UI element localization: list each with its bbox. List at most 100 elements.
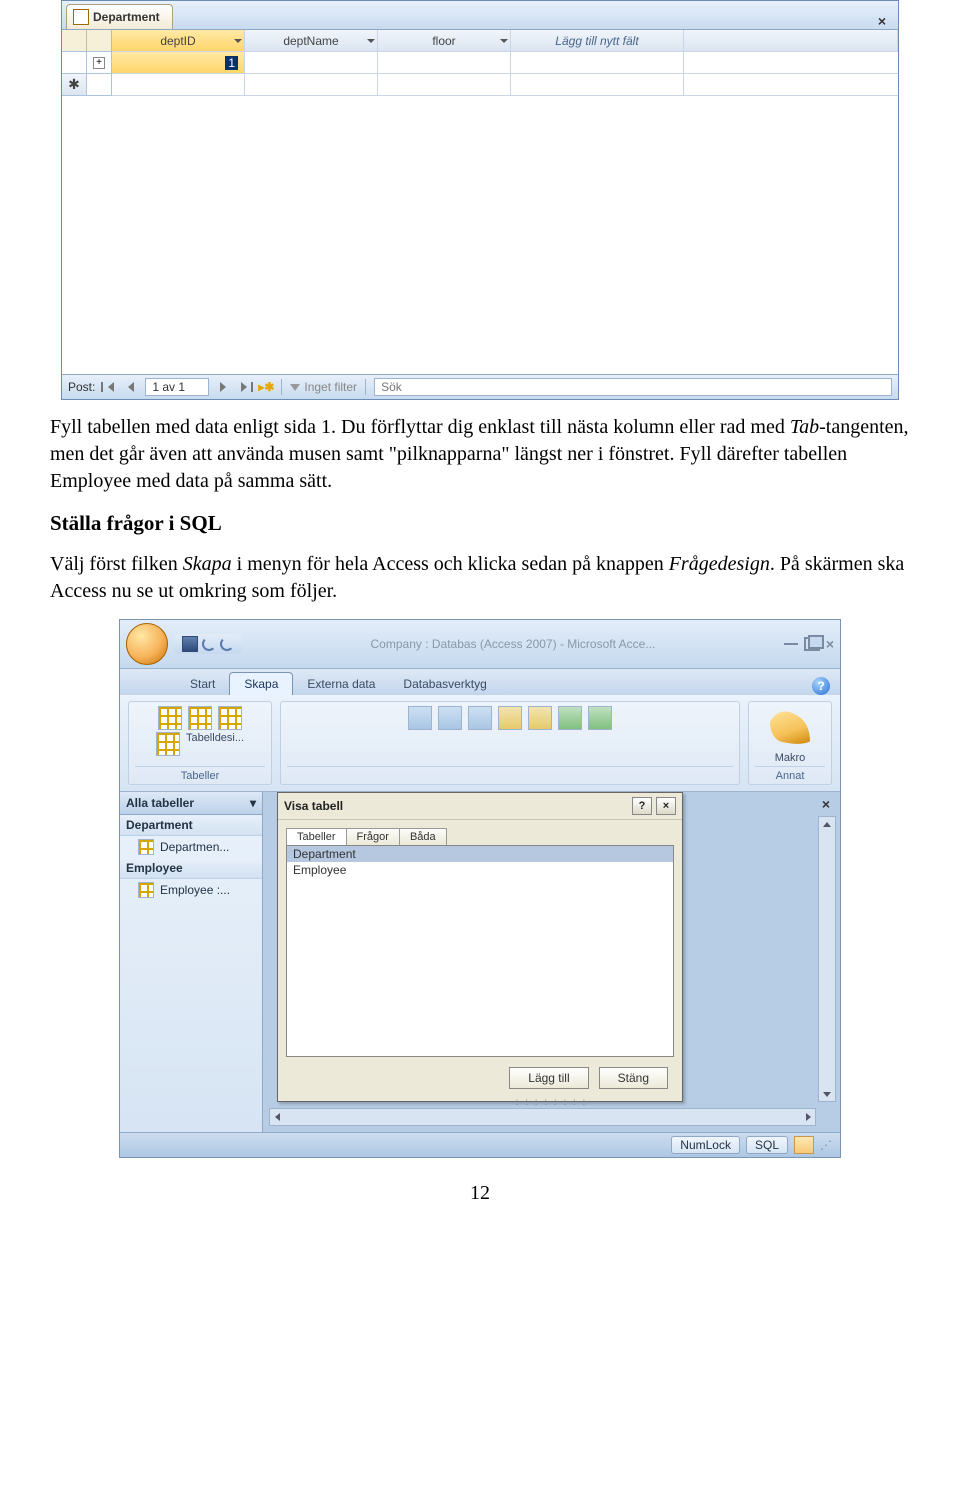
scroll-up-icon[interactable] bbox=[819, 817, 835, 831]
dropdown-icon[interactable] bbox=[367, 37, 375, 45]
col-header-deptid[interactable]: deptID bbox=[112, 30, 245, 52]
add-button[interactable]: Lägg till bbox=[509, 1067, 588, 1089]
navpane-item-department[interactable]: Departmen... bbox=[120, 836, 262, 858]
dialog-tab-fragor[interactable]: Frågor bbox=[346, 828, 400, 845]
cell-blank bbox=[684, 74, 898, 96]
access-body: Alla tabeller ▾ Department Departmen... … bbox=[120, 792, 840, 1132]
nav-position[interactable]: 1 av 1 bbox=[145, 378, 209, 396]
view-sql-button[interactable]: SQL bbox=[746, 1136, 788, 1154]
add-field-column[interactable]: Lägg till nytt fält bbox=[511, 30, 684, 52]
dialog-tab-tabeller[interactable]: Tabeller bbox=[286, 828, 347, 845]
header-row: deptID deptName floor Lägg till nytt fäl… bbox=[62, 30, 898, 52]
record-navigator: Post: 1 av 1 ▸✱ Inget filter Sök bbox=[62, 374, 898, 399]
cell[interactable] bbox=[245, 74, 378, 96]
sharepoint-icon[interactable] bbox=[218, 706, 242, 730]
save-icon[interactable] bbox=[182, 636, 198, 652]
minimize-button[interactable] bbox=[784, 643, 798, 645]
nav-last-button[interactable] bbox=[237, 379, 253, 395]
group-caption: Tabeller bbox=[135, 766, 265, 782]
help-button[interactable]: ? bbox=[812, 677, 830, 695]
list-item-employee[interactable]: Employee bbox=[287, 862, 673, 878]
office-button[interactable] bbox=[126, 623, 168, 665]
tab-externa-data[interactable]: Externa data bbox=[293, 673, 389, 695]
tab-start[interactable]: Start bbox=[176, 673, 229, 695]
navpane-header[interactable]: Alla tabeller ▾ bbox=[120, 792, 262, 815]
navpane-group-employee[interactable]: Employee bbox=[120, 858, 262, 879]
form-icon[interactable] bbox=[468, 706, 492, 730]
col-header-floor[interactable]: floor bbox=[378, 30, 511, 52]
table-tab-department[interactable]: Department bbox=[66, 4, 173, 29]
row-selector[interactable] bbox=[62, 52, 87, 74]
dialog-tab-bada[interactable]: Båda bbox=[399, 828, 447, 845]
datasheet-tabbar: Department × bbox=[62, 1, 898, 30]
scroll-down-icon[interactable] bbox=[819, 1087, 835, 1101]
vertical-scrollbar[interactable] bbox=[818, 816, 836, 1102]
macro-icon[interactable] bbox=[770, 706, 810, 746]
nav-prev-button[interactable] bbox=[123, 379, 139, 395]
paragraph: Fyll tabellen med data enligt sida 1. Du… bbox=[50, 414, 910, 495]
col-header-deptname[interactable]: deptName bbox=[245, 30, 378, 52]
table-icon[interactable] bbox=[156, 732, 180, 756]
dialog-body: Tabeller Frågor Båda Department Employee… bbox=[278, 820, 682, 1101]
close-icon[interactable]: × bbox=[870, 13, 894, 29]
dropdown-icon[interactable] bbox=[234, 37, 242, 45]
star-icon: ✱ bbox=[68, 76, 80, 93]
report-icon[interactable] bbox=[498, 706, 522, 730]
scroll-right-icon[interactable] bbox=[801, 1113, 815, 1121]
splitter-grip[interactable]: : : : : : : : : bbox=[516, 1097, 588, 1108]
restore-button[interactable] bbox=[804, 637, 820, 651]
corner-cell[interactable] bbox=[62, 30, 87, 52]
query-icon[interactable] bbox=[558, 706, 582, 730]
nav-next-button[interactable] bbox=[215, 379, 231, 395]
cell-blank[interactable] bbox=[511, 52, 684, 74]
resize-grip-icon[interactable]: ⋰ bbox=[820, 1138, 832, 1152]
form-icon[interactable] bbox=[438, 706, 462, 730]
group-caption: Annat bbox=[755, 766, 825, 782]
query-design-icon[interactable] bbox=[588, 706, 612, 730]
report-icon[interactable] bbox=[528, 706, 552, 730]
cell[interactable] bbox=[112, 74, 245, 96]
new-row: ✱ bbox=[62, 74, 898, 96]
dialog-close-button[interactable]: × bbox=[656, 797, 676, 815]
nav-search[interactable]: Sök bbox=[374, 378, 892, 396]
undo-icon[interactable] bbox=[202, 637, 216, 651]
cell-deptid[interactable]: 1 bbox=[112, 52, 245, 74]
close-button[interactable]: × bbox=[826, 636, 834, 652]
dialog-titlebar[interactable]: Visa tabell ? × bbox=[278, 793, 682, 820]
horizontal-scrollbar[interactable] bbox=[269, 1108, 816, 1126]
dialog-buttons: Lägg till Stäng bbox=[286, 1057, 674, 1093]
ribbon-group-middle bbox=[280, 701, 740, 785]
tab-skapa[interactable]: Skapa bbox=[229, 672, 293, 695]
new-row-selector[interactable]: ✱ bbox=[62, 74, 87, 96]
list-item-department[interactable]: Department bbox=[287, 846, 673, 862]
tab-databasverktyg[interactable]: Databasverktyg bbox=[389, 673, 500, 695]
dialog-help-button[interactable]: ? bbox=[632, 797, 652, 815]
view-design-icon[interactable] bbox=[794, 1136, 814, 1154]
expand-button[interactable]: + bbox=[87, 52, 112, 74]
navpane-group-department[interactable]: Department bbox=[120, 815, 262, 836]
expand-header[interactable] bbox=[87, 30, 112, 52]
close-button[interactable]: Stäng bbox=[599, 1067, 668, 1089]
dropdown-icon[interactable] bbox=[500, 37, 508, 45]
dialog-list[interactable]: Department Employee bbox=[286, 845, 674, 1057]
close-icon[interactable]: × bbox=[822, 796, 830, 812]
tab-label: Department bbox=[93, 10, 160, 24]
nav-new-button[interactable]: ▸✱ bbox=[259, 380, 273, 394]
separator bbox=[365, 379, 366, 395]
nav-filter[interactable]: Inget filter bbox=[290, 380, 357, 394]
table-icon[interactable] bbox=[158, 706, 182, 730]
ribbon-tabs: Start Skapa Externa data Databasverktyg … bbox=[120, 669, 840, 695]
cell-floor[interactable] bbox=[378, 52, 511, 74]
form-icon[interactable] bbox=[408, 706, 432, 730]
plus-icon: + bbox=[93, 57, 105, 69]
tabelldesign-label[interactable]: Tabelldesi... bbox=[186, 732, 244, 756]
scroll-left-icon[interactable] bbox=[270, 1113, 284, 1121]
redo-icon[interactable] bbox=[220, 637, 234, 651]
navpane-item-employee[interactable]: Employee :... bbox=[120, 879, 262, 901]
nav-label: Post: bbox=[68, 380, 95, 394]
table-templates-icon[interactable] bbox=[188, 706, 212, 730]
cell[interactable] bbox=[378, 74, 511, 96]
cell-deptname[interactable] bbox=[245, 52, 378, 74]
cell[interactable] bbox=[511, 74, 684, 96]
nav-first-button[interactable] bbox=[101, 379, 117, 395]
